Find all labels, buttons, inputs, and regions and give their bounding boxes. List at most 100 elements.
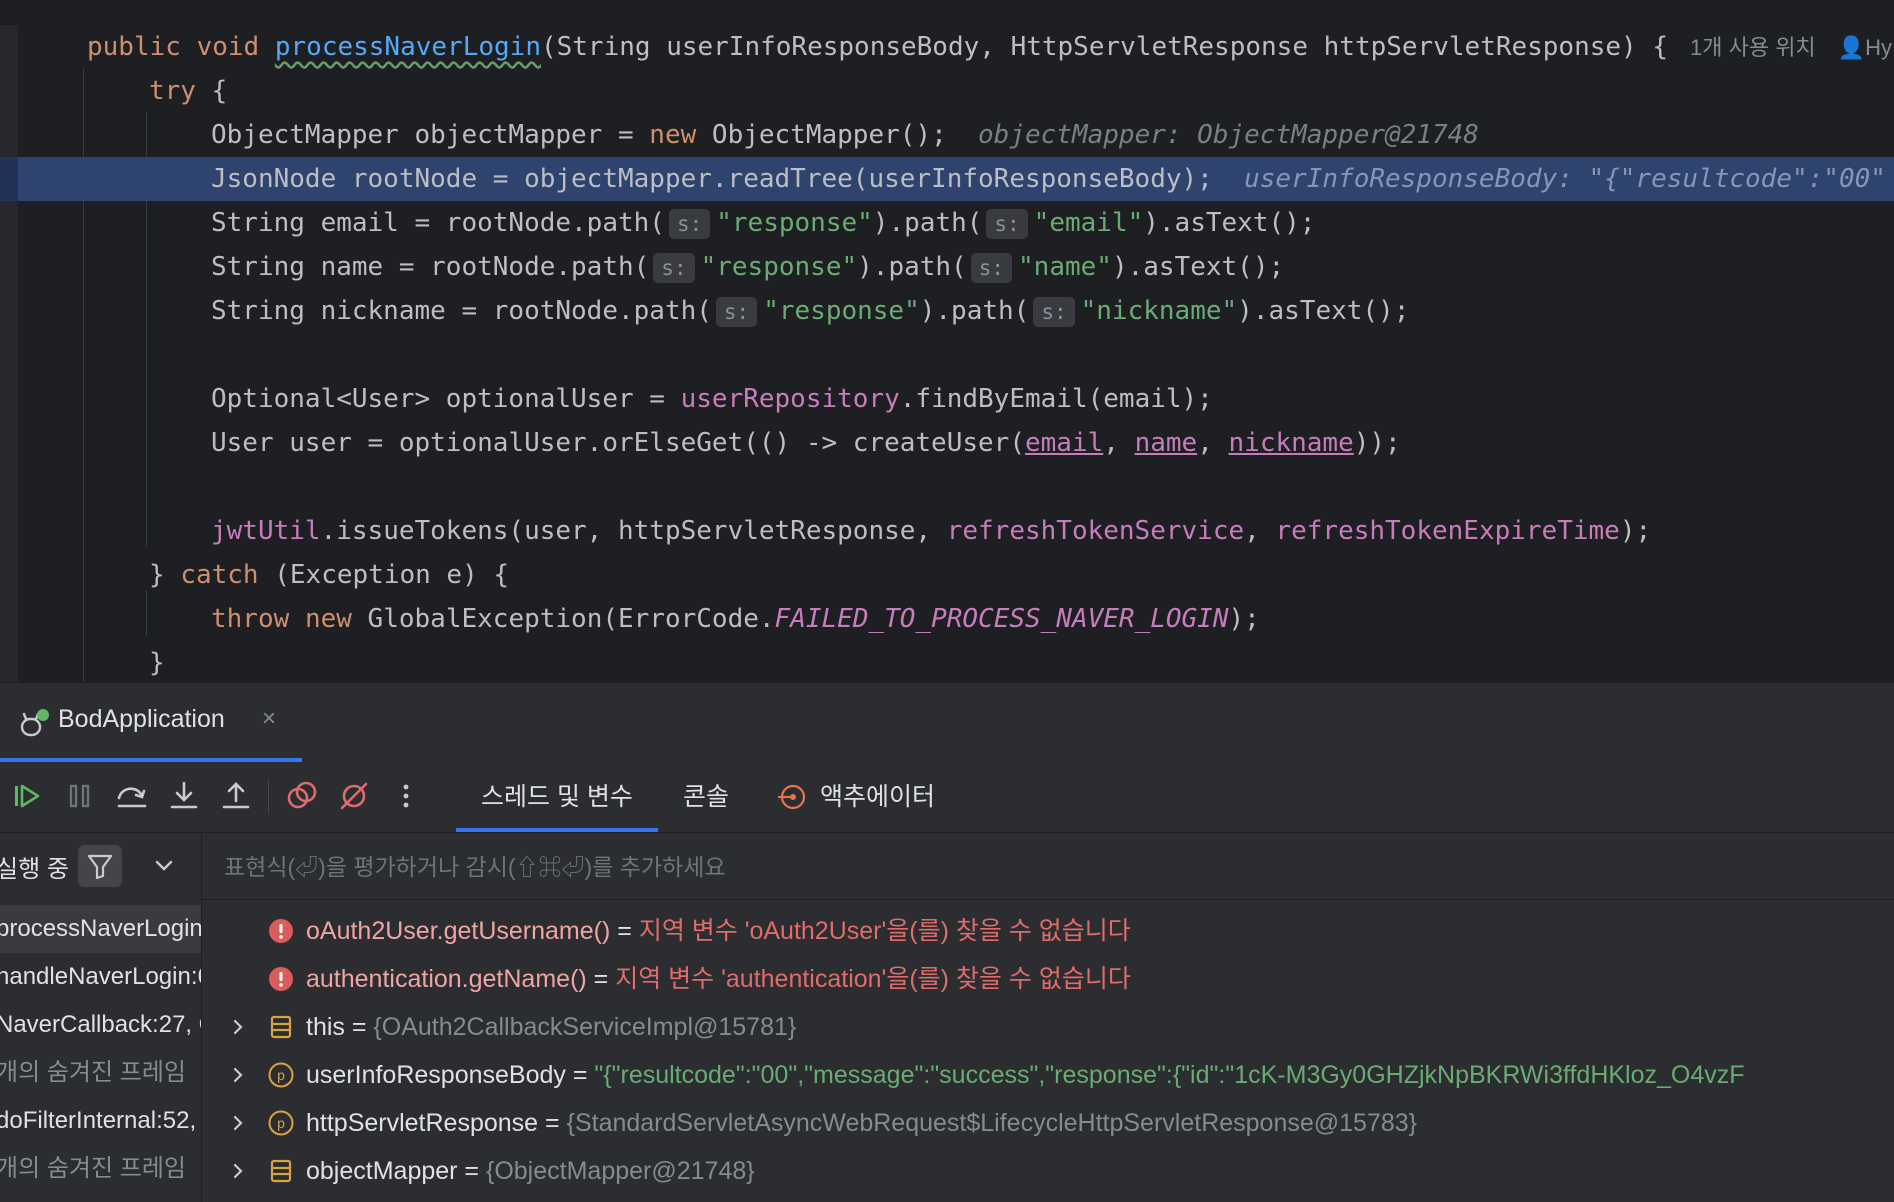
code-line-blank[interactable] xyxy=(0,333,1894,377)
variable-text: httpServletResponse = {StandardServletAs… xyxy=(306,1099,1417,1147)
gutter xyxy=(0,377,18,421)
field-reference: refreshTokenService xyxy=(946,516,1245,546)
stack-frame[interactable]: doFilterInternal:52, Jw xyxy=(0,1097,201,1145)
tab-threads-variables[interactable]: 스레드 및 변수 xyxy=(456,762,658,832)
evaluate-expression-input[interactable] xyxy=(222,847,1826,887)
debug-run-icon xyxy=(20,709,49,737)
code-text: (Exception e) { xyxy=(258,560,510,590)
variable-row-watch-error[interactable]: oAuth2User.getUsername() = 지역 변수 'oAuth2… xyxy=(202,907,1894,955)
tab-console[interactable]: 콘솔 xyxy=(683,762,729,832)
variable-value: "{"resultcode":"00","message":"success",… xyxy=(594,1061,1745,1089)
chevron-right-icon[interactable] xyxy=(228,1161,248,1181)
filter-icon xyxy=(87,854,113,880)
chevron-down-icon[interactable] xyxy=(152,853,176,877)
step-into-icon[interactable] xyxy=(166,778,202,814)
error-icon xyxy=(269,919,293,943)
param-hint: s: xyxy=(653,252,695,283)
variable-name: userInfoResponseBody xyxy=(306,1061,566,1089)
code-line-readtree-current[interactable]: JsonNode rootNode = objectMapper.readTre… xyxy=(0,157,1894,201)
step-over-icon[interactable] xyxy=(114,778,150,814)
close-icon[interactable]: × xyxy=(262,705,276,733)
code-line-catch[interactable]: } catch (Exception e) { xyxy=(0,553,1894,597)
view-breakpoints-icon[interactable] xyxy=(284,778,320,814)
gutter xyxy=(0,157,18,201)
code-line-jwt[interactable]: jwtUtil.issueTokens(user, httpServletRes… xyxy=(0,509,1894,553)
code-line-nickname[interactable]: String nickname = rootNode.path(s: "respo… xyxy=(0,289,1894,333)
gutter xyxy=(0,421,18,465)
param-hint: s: xyxy=(715,296,758,327)
variable-value: {StandardServletAsyncWebRequest$Lifecycl… xyxy=(566,1109,1418,1137)
session-title: BodApplication xyxy=(58,705,225,733)
frames-header: 실행 중 xyxy=(0,833,201,899)
gutter xyxy=(0,597,18,641)
captured-variable: nickname xyxy=(1228,428,1354,458)
session-tab-bodapplication[interactable]: BodApplication × xyxy=(0,683,302,763)
code-line-signature[interactable]: public void processNaverLogin(String use… xyxy=(0,25,1894,69)
code-line-user[interactable]: User user = optionalUser.orElseGet(() ->… xyxy=(0,421,1894,465)
inline-debug-value: objectMapper: ObjectMapper@21748 xyxy=(978,120,1479,150)
variable-name: authentication.getName() xyxy=(306,965,587,993)
param-hint: s: xyxy=(986,208,1028,239)
keyword: throw xyxy=(211,604,290,634)
keyword: new xyxy=(304,604,352,634)
tab-actuator[interactable]: 액추에이터 xyxy=(776,762,935,832)
code-text: .issueTokens(user, httpServletResponse, xyxy=(320,516,947,546)
gutter xyxy=(0,25,18,69)
stack-frame[interactable]: handleNaverLogin:60 xyxy=(0,953,201,1001)
variable-name: httpServletResponse xyxy=(306,1109,539,1137)
code-text: ObjectMapper objectMapper = xyxy=(211,120,650,150)
person-icon: 👤 xyxy=(1837,35,1866,60)
mute-breakpoints-icon[interactable] xyxy=(336,778,372,814)
filter-button[interactable] xyxy=(78,845,122,887)
variable-text: objectMapper = {ObjectMapper@21748} xyxy=(306,1147,755,1195)
string-literal: "response" xyxy=(763,296,920,326)
code-line-objectmapper[interactable]: ObjectMapper objectMapper = new ObjectMa… xyxy=(0,113,1894,157)
code-editor[interactable]: public void processNaverLogin(String use… xyxy=(0,0,1894,682)
more-options-icon[interactable] xyxy=(388,778,424,814)
actuator-icon xyxy=(778,784,806,810)
code-line-throw[interactable]: throw new GlobalException(ErrorCode.FAIL… xyxy=(0,597,1894,641)
usages-hint[interactable]: 1개 사용 위치 xyxy=(1690,35,1816,60)
variable-row-this[interactable]: this = {OAuth2CallbackServiceImpl@15781} xyxy=(202,1003,1894,1051)
code-text: ObjectMapper(); xyxy=(696,120,947,150)
code-text: .findByEmail(email); xyxy=(899,384,1213,414)
field-reference: refreshTokenExpireTime xyxy=(1275,516,1620,546)
code-line-close[interactable]: } xyxy=(0,641,1894,682)
code-line-optional[interactable]: Optional<User> optionalUser = userReposi… xyxy=(0,377,1894,421)
code-text: String name = rootNode.path( xyxy=(211,252,650,282)
variable-value: {OAuth2CallbackServiceImpl@15781} xyxy=(373,1013,797,1041)
tab-label: 액추에이터 xyxy=(820,783,936,811)
hidden-frames-row[interactable]: 개의 숨겨진 프레임 xyxy=(0,1049,201,1097)
chevron-right-icon[interactable] xyxy=(228,1113,248,1133)
method-name: processNaverLogin xyxy=(274,32,541,62)
code-line-try[interactable]: try { xyxy=(0,69,1894,113)
code-text: String nickname = rootNode.path( xyxy=(211,296,712,326)
chevron-right-icon[interactable] xyxy=(228,1017,248,1037)
variable-row-httpservletresponse[interactable]: p httpServletResponse = {StandardServlet… xyxy=(202,1099,1894,1147)
gutter xyxy=(0,245,18,289)
pause-icon[interactable] xyxy=(62,778,98,814)
code-text: ).path( xyxy=(857,252,967,282)
stack-frame[interactable]: processNaverLogin:1( xyxy=(0,905,201,953)
parameter-icon: p xyxy=(268,1062,294,1088)
stack-frame[interactable]: NaverCallback:27, OA xyxy=(0,1001,201,1049)
author-name: Hy xyxy=(1865,35,1892,60)
code-line-blank[interactable] xyxy=(0,465,1894,509)
captured-variable: email xyxy=(1024,428,1104,458)
author-hint[interactable]: 👤Hy xyxy=(1838,35,1892,60)
variable-row-objectmapper[interactable]: objectMapper = {ObjectMapper@21748} xyxy=(202,1147,1894,1195)
keyword: try xyxy=(149,76,196,106)
variable-row-watch-error[interactable]: authentication.getName() = 지역 변수 'authen… xyxy=(202,955,1894,1003)
code-text: ).asText(); xyxy=(1143,208,1316,238)
resume-icon[interactable] xyxy=(10,778,46,814)
thread-selector[interactable]: 실행 중 xyxy=(0,849,69,884)
variable-text: userInfoResponseBody = "{"resultcode":"0… xyxy=(306,1051,1745,1099)
hidden-frames-row[interactable]: 개의 숨겨진 프레임 xyxy=(0,1145,201,1193)
equals-sign: = xyxy=(610,917,639,945)
parameter-icon: p xyxy=(268,1110,294,1136)
chevron-right-icon[interactable] xyxy=(228,1065,248,1085)
code-line-name[interactable]: String name = rootNode.path(s: "response"… xyxy=(0,245,1894,289)
variable-row-userinforesponsebody[interactable]: p userInfoResponseBody = "{"resultcode":… xyxy=(202,1051,1894,1099)
code-line-email[interactable]: String email = rootNode.path(s: "response… xyxy=(0,201,1894,245)
step-out-icon[interactable] xyxy=(218,778,254,814)
